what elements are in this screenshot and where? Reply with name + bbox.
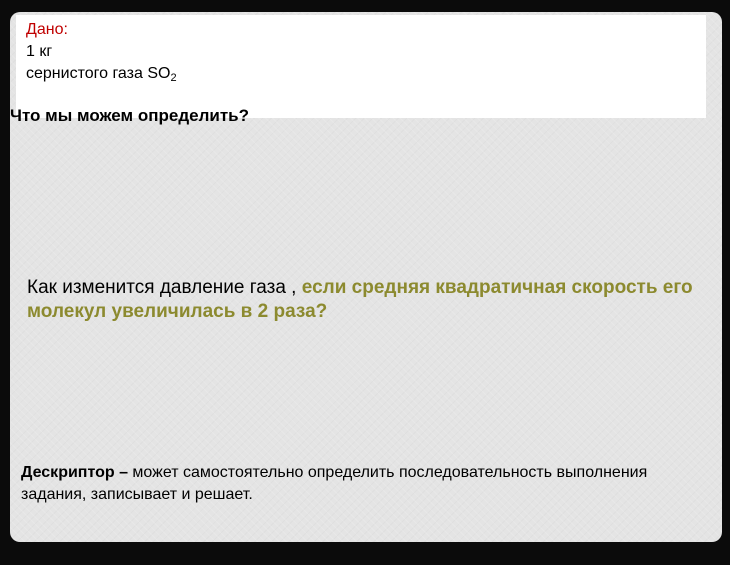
given-substance: сернистого газа SO2 — [26, 64, 177, 84]
given-mass: 1 кг — [26, 43, 53, 60]
given-substance-subscript: 2 — [170, 72, 177, 84]
what-can-we-determine-heading: Что мы можем определить? — [10, 106, 249, 125]
presentation-frame: Дано: 1 кг сернистого газа SO2 Что мы мо… — [0, 0, 730, 565]
descriptor-term: Дескриптор – — [21, 464, 128, 481]
question-plain: Как изменится давление газа , — [27, 277, 302, 298]
descriptor-text: Дескриптор – может самостоятельно опреде… — [21, 462, 701, 506]
given-substance-text: сернистого газа SO — [26, 65, 171, 82]
given-label: Дано: — [26, 21, 68, 38]
question-text: Как изменится давление газа , если средн… — [27, 276, 717, 324]
